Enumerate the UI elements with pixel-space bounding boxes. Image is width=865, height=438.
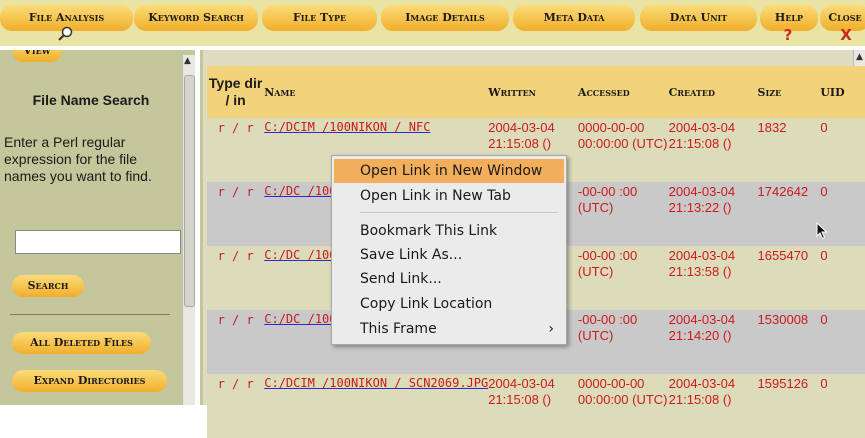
cell-type: r / r bbox=[207, 118, 265, 182]
tab-image-details[interactable]: Image Details bbox=[381, 5, 509, 31]
file-name-search-panel: View File Name Search Enter a Perl regul… bbox=[0, 50, 195, 405]
cell-type: r / r bbox=[207, 310, 265, 374]
view-button[interactable]: View bbox=[12, 50, 62, 62]
tab-label: File Type bbox=[292, 11, 347, 24]
table-row: r / r C:/DCIM /100NIKON / SCN2069.JPG 20… bbox=[207, 374, 865, 438]
cell-type: r / r bbox=[207, 374, 265, 438]
context-menu: Open Link in New Window Open Link in New… bbox=[331, 155, 567, 345]
menu-save-link-as[interactable]: Save Link As... bbox=[334, 243, 564, 267]
menu-open-link-new-tab[interactable]: Open Link in New Tab bbox=[334, 184, 564, 208]
magnifier-icon[interactable] bbox=[54, 26, 78, 44]
col-written[interactable]: Written bbox=[488, 66, 578, 118]
cell-size: 1742642 bbox=[757, 182, 821, 246]
file-link[interactable]: C:/DCIM /100NIKON / SCN2069.JPG bbox=[264, 376, 488, 390]
cell-uid: 0 bbox=[820, 374, 865, 438]
cell-uid: 0 bbox=[820, 310, 865, 374]
tab-label: Image Details bbox=[405, 11, 485, 24]
scroll-up-icon[interactable]: ▲ bbox=[184, 56, 191, 66]
menu-item-label: Bookmark This Link bbox=[360, 223, 498, 239]
cell-uid: 0 bbox=[820, 118, 865, 182]
tab-label: Meta Data bbox=[543, 11, 605, 24]
menu-item-label: Copy Link Location bbox=[360, 296, 493, 312]
cell-created: 2004-03-04 21:15:08 () bbox=[668, 118, 758, 182]
cell-created: 2004-03-04 21:13:22 () bbox=[668, 182, 758, 246]
cell-accessed: 0000-00-00 00:00:00 (UTC) bbox=[577, 374, 669, 438]
cell-created: 2004-03-04 21:13:58 () bbox=[668, 246, 758, 310]
cell-name: C:/DCIM /100NIKON / SCN2069.JPG bbox=[264, 374, 489, 438]
left-scrollbar[interactable]: ▲ bbox=[182, 55, 195, 405]
menu-item-label: Save Link As... bbox=[360, 247, 463, 263]
cell-type: r / r bbox=[207, 246, 265, 310]
menu-copy-link-location[interactable]: Copy Link Location bbox=[334, 292, 564, 316]
cell-accessed: 0000-00-00 00:00:00 (UTC) bbox=[577, 118, 669, 182]
tab-label: Help bbox=[774, 11, 804, 24]
cell-uid: 0 bbox=[820, 246, 865, 310]
tab-label: File Analysis bbox=[28, 11, 105, 24]
search-button[interactable]: Search bbox=[12, 275, 84, 297]
search-input[interactable] bbox=[15, 230, 181, 254]
all-deleted-files-button[interactable]: All Deleted Files bbox=[12, 332, 151, 354]
tab-data-unit[interactable]: Data Unit bbox=[640, 5, 757, 31]
submenu-chevron-icon: › bbox=[548, 321, 554, 337]
panel-description: Enter a Perl regular expression for the … bbox=[4, 134, 152, 184]
close-icon[interactable]: X bbox=[836, 26, 856, 44]
panel-title: File Name Search bbox=[32, 92, 150, 108]
cell-size: 1595126 bbox=[757, 374, 821, 438]
cell-accessed: -00-00 :00 (UTC) bbox=[577, 182, 669, 246]
menu-item-label: Open Link in New Tab bbox=[360, 188, 511, 204]
cell-size: 1655470 bbox=[757, 246, 821, 310]
cell-size: 1530008 bbox=[757, 310, 821, 374]
cell-created: 2004-03-04 21:14:20 () bbox=[668, 310, 758, 374]
help-icon[interactable]: ? bbox=[778, 26, 798, 44]
cell-size: 1832 bbox=[757, 118, 821, 182]
col-uid[interactable]: UID bbox=[820, 66, 865, 118]
file-link[interactable]: C:/DCIM /100NIKON / NFC bbox=[264, 120, 430, 134]
cell-created: 2004-03-04 21:15:08 () bbox=[668, 374, 758, 438]
tab-label: Keyword Search bbox=[148, 11, 244, 24]
scroll-up-icon[interactable]: ▲ bbox=[856, 52, 863, 62]
divider bbox=[10, 314, 170, 315]
menu-open-link-new-window[interactable]: Open Link in New Window bbox=[334, 159, 564, 183]
scrollbar-thumb[interactable] bbox=[184, 75, 195, 307]
menu-item-label: Open Link in New Window bbox=[360, 163, 543, 179]
col-name[interactable]: Name bbox=[264, 66, 489, 118]
table-header-row: Type dir / in Name Written Accessed Crea… bbox=[207, 66, 865, 118]
tab-label: Close bbox=[828, 11, 862, 24]
menu-item-label: This Frame bbox=[360, 321, 437, 337]
cell-type: r / r bbox=[207, 182, 265, 246]
mouse-cursor-icon bbox=[816, 222, 828, 240]
menu-item-label: Send Link... bbox=[360, 271, 442, 287]
tab-keyword-search[interactable]: Keyword Search bbox=[134, 5, 258, 31]
cell-accessed: -00-00 :00 (UTC) bbox=[577, 246, 669, 310]
expand-directories-button[interactable]: Expand Directories bbox=[12, 370, 167, 392]
cell-accessed: -00-00 :00 (UTC) bbox=[577, 310, 669, 374]
menu-this-frame[interactable]: This Frame › bbox=[334, 317, 564, 341]
col-type[interactable]: Type dir / in bbox=[207, 66, 265, 118]
menu-send-link[interactable]: Send Link... bbox=[334, 267, 564, 291]
cell-written: 2004-03-04 21:15:08 () bbox=[488, 374, 578, 438]
col-accessed[interactable]: Accessed bbox=[577, 66, 669, 118]
col-size[interactable]: Size bbox=[757, 66, 821, 118]
tab-meta-data[interactable]: Meta Data bbox=[513, 5, 635, 31]
tab-file-type[interactable]: File Type bbox=[262, 5, 377, 31]
menu-separator bbox=[360, 212, 558, 213]
tab-label: Data Unit bbox=[669, 11, 728, 24]
menu-bookmark-this-link[interactable]: Bookmark This Link bbox=[334, 219, 564, 243]
tab-bar: File Analysis Keyword Search File Type I… bbox=[0, 0, 865, 46]
col-created[interactable]: Created bbox=[668, 66, 758, 118]
